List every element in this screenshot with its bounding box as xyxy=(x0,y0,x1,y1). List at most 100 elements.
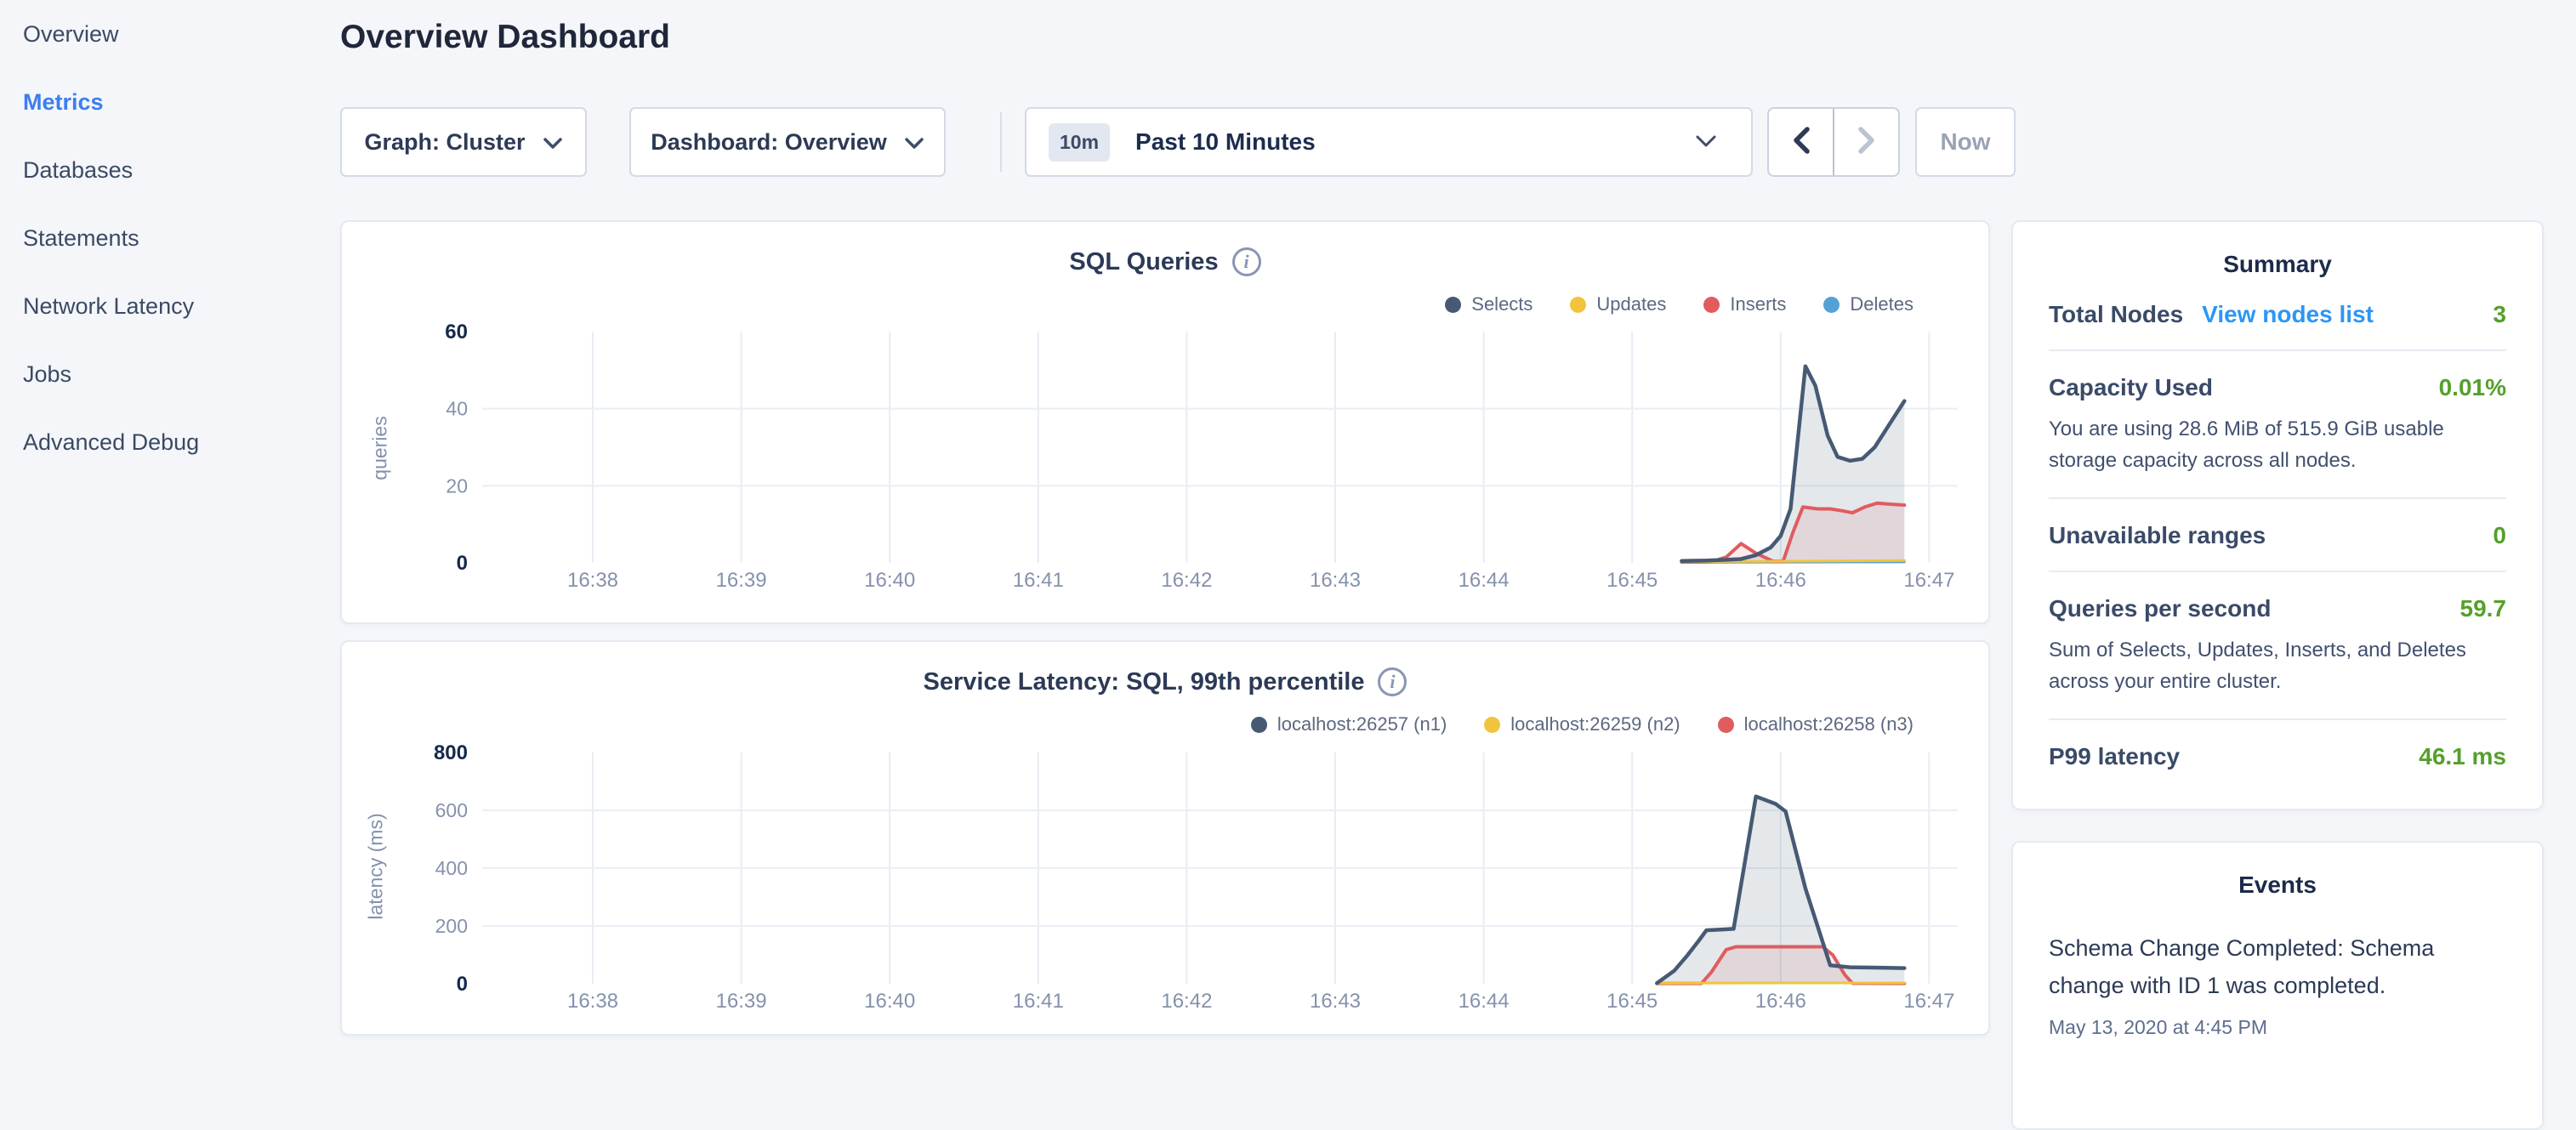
info-icon[interactable]: i xyxy=(1232,247,1261,276)
series-dot xyxy=(1823,297,1840,313)
summary-label: P99 latency xyxy=(2049,743,2180,770)
chevron-down-icon xyxy=(543,129,563,156)
time-range-label: Past 10 Minutes xyxy=(1135,128,1316,156)
series-dot xyxy=(1718,717,1734,733)
chevron-right-icon xyxy=(1857,126,1876,159)
sidebar-item-statements[interactable]: Statements xyxy=(0,204,340,272)
sidebar-item-overview[interactable]: Overview xyxy=(0,0,340,68)
graph-dropdown[interactable]: Graph: Cluster xyxy=(340,107,587,177)
legend-label: localhost:26258 (n3) xyxy=(1744,713,1914,735)
svg-text:0: 0 xyxy=(457,973,468,996)
chart-legend: localhost:26257 (n1) localhost:26259 (n2… xyxy=(1251,713,1914,735)
chevron-left-icon xyxy=(1792,126,1811,159)
series-dot xyxy=(1703,297,1720,313)
now-button[interactable]: Now xyxy=(1915,107,2016,177)
summary-row-queries-per-second: Queries per second 59.7 Sum of Selects, … xyxy=(2049,572,2506,720)
svg-text:800: 800 xyxy=(434,741,468,764)
legend-item-updates[interactable]: Updates xyxy=(1570,293,1666,315)
page-title: Overview Dashboard xyxy=(340,19,670,56)
svg-text:16:43: 16:43 xyxy=(1310,569,1361,592)
svg-text:16:42: 16:42 xyxy=(1161,990,1212,1013)
service-latency-plot[interactable]: 020040060080016:3816:3916:4016:4116:4216… xyxy=(342,737,1992,1018)
info-icon[interactable]: i xyxy=(1378,667,1407,696)
legend-label: Selects xyxy=(1471,293,1533,315)
summary-label: Unavailable ranges xyxy=(2049,522,2266,549)
dashboard-dropdown[interactable]: Dashboard: Overview xyxy=(629,107,946,177)
dashboard-dropdown-label: Dashboard: Overview xyxy=(651,129,887,156)
summary-value: 0.01% xyxy=(2439,374,2506,401)
svg-text:16:46: 16:46 xyxy=(1755,569,1806,592)
svg-text:200: 200 xyxy=(435,915,468,937)
svg-text:16:44: 16:44 xyxy=(1459,990,1510,1013)
svg-text:40: 40 xyxy=(446,398,468,420)
chart-title: SQL Queries xyxy=(1069,248,1218,276)
time-pager xyxy=(1767,107,1900,177)
chevron-down-icon xyxy=(1695,134,1717,152)
svg-text:16:44: 16:44 xyxy=(1459,569,1510,592)
time-back-button[interactable] xyxy=(1769,109,1834,175)
svg-text:16:45: 16:45 xyxy=(1606,990,1658,1013)
summary-value: 0 xyxy=(2493,522,2506,549)
legend-item-selects[interactable]: Selects xyxy=(1445,293,1533,315)
svg-text:16:40: 16:40 xyxy=(864,569,915,592)
summary-row-unavailable-ranges: Unavailable ranges 0 xyxy=(2049,499,2506,572)
sidebar-item-advanced-debug[interactable]: Advanced Debug xyxy=(0,408,340,476)
svg-text:16:47: 16:47 xyxy=(1903,990,1954,1013)
event-timestamp: May 13, 2020 at 4:45 PM xyxy=(2049,1016,2506,1039)
chart-legend: Selects Updates Inserts Deletes xyxy=(1445,293,1914,315)
sidebar-item-metrics[interactable]: Metrics xyxy=(0,68,340,136)
summary-note: You are using 28.6 MiB of 515.9 GiB usab… xyxy=(2049,413,2506,476)
svg-text:16:43: 16:43 xyxy=(1310,990,1361,1013)
time-range-selector[interactable]: 10m Past 10 Minutes xyxy=(1025,107,1753,177)
sidebar-item-network-latency[interactable]: Network Latency xyxy=(0,272,340,340)
toolbar-divider xyxy=(1000,112,1002,172)
summary-value: 46.1 ms xyxy=(2419,743,2506,770)
legend-item-deletes[interactable]: Deletes xyxy=(1823,293,1914,315)
svg-text:20: 20 xyxy=(446,474,468,497)
series-dot xyxy=(1484,717,1500,733)
toolbar: Graph: Cluster Dashboard: Overview 10m P… xyxy=(340,107,2126,177)
svg-text:400: 400 xyxy=(435,857,468,879)
series-dot xyxy=(1251,717,1267,733)
summary-label: Total Nodes xyxy=(2049,301,2183,328)
legend-label: Updates xyxy=(1596,293,1666,315)
chart-title: Service Latency: SQL, 99th percentile xyxy=(924,668,1365,696)
summary-title: Summary xyxy=(2049,251,2506,278)
chevron-down-icon xyxy=(904,129,924,156)
summary-row-total-nodes: Total Nodes View nodes list 3 xyxy=(2049,278,2506,351)
sidebar: Overview Metrics Databases Statements Ne… xyxy=(0,0,340,476)
svg-text:16:41: 16:41 xyxy=(1013,990,1064,1013)
graph-dropdown-label: Graph: Cluster xyxy=(364,129,525,156)
legend-item-n3[interactable]: localhost:26258 (n3) xyxy=(1718,713,1914,735)
event-list-item: Schema Change Completed: Schema change w… xyxy=(2049,929,2506,1039)
legend-label: localhost:26257 (n1) xyxy=(1277,713,1447,735)
sidebar-item-jobs[interactable]: Jobs xyxy=(0,340,340,408)
event-text: Schema Change Completed: Schema change w… xyxy=(2049,929,2506,1004)
legend-label: Deletes xyxy=(1850,293,1914,315)
time-forward-button[interactable] xyxy=(1834,109,1898,175)
svg-text:16:42: 16:42 xyxy=(1161,569,1212,592)
legend-item-n1[interactable]: localhost:26257 (n1) xyxy=(1251,713,1447,735)
series-dot xyxy=(1445,297,1461,313)
legend-label: localhost:26259 (n2) xyxy=(1510,713,1680,735)
svg-text:16:45: 16:45 xyxy=(1606,569,1658,592)
svg-text:16:39: 16:39 xyxy=(716,569,767,592)
legend-item-n2[interactable]: localhost:26259 (n2) xyxy=(1484,713,1680,735)
summary-note: Sum of Selects, Updates, Inserts, and De… xyxy=(2049,634,2506,697)
summary-label: Queries per second xyxy=(2049,595,2271,622)
service-latency-chart-card: Service Latency: SQL, 99th percentile i … xyxy=(340,640,1990,1036)
view-nodes-list-link[interactable]: View nodes list xyxy=(2202,301,2374,328)
svg-text:16:40: 16:40 xyxy=(864,990,915,1013)
sql-queries-chart-card: SQL Queries i Selects Updates Inserts De… xyxy=(340,220,1990,624)
legend-label: Inserts xyxy=(1730,293,1786,315)
summary-row-p99-latency: P99 latency 46.1 ms xyxy=(2049,720,2506,792)
sidebar-item-databases[interactable]: Databases xyxy=(0,136,340,204)
events-title: Events xyxy=(2049,872,2506,899)
svg-text:16:41: 16:41 xyxy=(1013,569,1064,592)
svg-text:16:39: 16:39 xyxy=(716,990,767,1013)
summary-label: Capacity Used xyxy=(2049,374,2213,401)
svg-text:16:38: 16:38 xyxy=(567,990,618,1013)
sql-queries-plot[interactable]: 020406016:3816:3916:4016:4116:4216:4316:… xyxy=(342,316,1992,597)
legend-item-inserts[interactable]: Inserts xyxy=(1703,293,1786,315)
summary-row-capacity-used: Capacity Used 0.01% You are using 28.6 M… xyxy=(2049,351,2506,499)
